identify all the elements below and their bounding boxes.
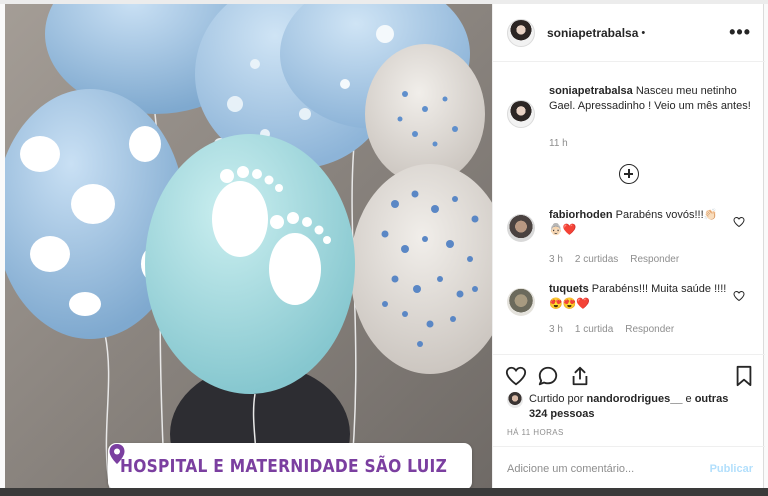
heart-icon[interactable] (733, 216, 745, 228)
comment-text: tuquets Parabéns!!! Muita saúde !!!! 😍😍❤… (549, 282, 729, 312)
balloons-photo-illustration (5, 4, 492, 488)
author-username[interactable]: soniapetrabalsa (547, 26, 638, 40)
heart-icon[interactable] (733, 290, 745, 302)
liked-by-middle: e (682, 393, 695, 405)
author-avatar[interactable] (507, 18, 535, 47)
add-comment-bar: Adicione um comentário... Publicar (493, 446, 765, 488)
post-timestamp[interactable]: HÁ 11 HORAS (507, 428, 564, 437)
comment-username[interactable]: tuquets (549, 283, 589, 295)
liked-by-prefix: Curtido por (529, 393, 587, 405)
location-label: HOSPITAL E MATERNIDADE SÃO LUIZ (120, 456, 448, 477)
liked-by-text: Curtido por nandorodrigues__ e outras 32… (529, 392, 749, 422)
share-icon[interactable] (569, 365, 591, 387)
comment-bubble-icon[interactable] (537, 365, 559, 387)
load-more-comments-icon[interactable] (619, 164, 639, 184)
post-header: soniapetrabalsa • ••• (493, 4, 765, 62)
like-heart-icon[interactable] (505, 365, 527, 387)
instagram-post-modal: HOSPITAL E MATERNIDADE SÃO LUIZ soniapet… (0, 0, 768, 496)
comment-likes[interactable]: 2 curtidas (575, 254, 618, 265)
liker-avatar[interactable] (507, 392, 523, 408)
post-photo[interactable]: HOSPITAL E MATERNIDADE SÃO LUIZ (5, 4, 492, 488)
commenter-avatar[interactable] (507, 214, 535, 242)
comment-likes[interactable]: 1 curtida (575, 324, 613, 335)
comment-meta: 3 h 2 curtidas Responder (549, 254, 679, 265)
comment-time: 3 h (549, 254, 563, 265)
header-dot: • (641, 26, 646, 39)
caption-time: 11 h (549, 138, 568, 149)
liked-by-user[interactable]: nandorodrigues__ (586, 393, 682, 405)
reply-button[interactable]: Responder (630, 254, 679, 265)
caption-text: soniapetrabalsa Nasceu meu netinho Gael.… (549, 84, 755, 114)
comment-time: 3 h (549, 324, 563, 335)
more-horizontal-icon[interactable]: ••• (729, 22, 751, 43)
caption-avatar[interactable] (507, 100, 535, 128)
comment-text: fabiorhoden Parabéns vovós!!!👏🏻👵🏻❤️ (549, 208, 729, 238)
comment-meta: 3 h 1 curtida Responder (549, 324, 674, 335)
location-sticker[interactable]: HOSPITAL E MATERNIDADE SÃO LUIZ (108, 443, 473, 488)
reply-button[interactable]: Responder (625, 324, 674, 335)
caption-username[interactable]: soniapetrabalsa (549, 85, 633, 97)
post-side-panel: soniapetrabalsa • ••• soniapetrabalsa Na… (492, 4, 765, 488)
action-bar (493, 354, 765, 387)
comment-username[interactable]: fabiorhoden (549, 209, 613, 221)
background-strip (0, 488, 768, 496)
publish-button[interactable]: Publicar (710, 463, 753, 475)
add-comment-input[interactable]: Adicione um comentário... (507, 463, 634, 475)
bookmark-icon[interactable] (735, 365, 753, 387)
commenter-avatar[interactable] (507, 288, 535, 316)
